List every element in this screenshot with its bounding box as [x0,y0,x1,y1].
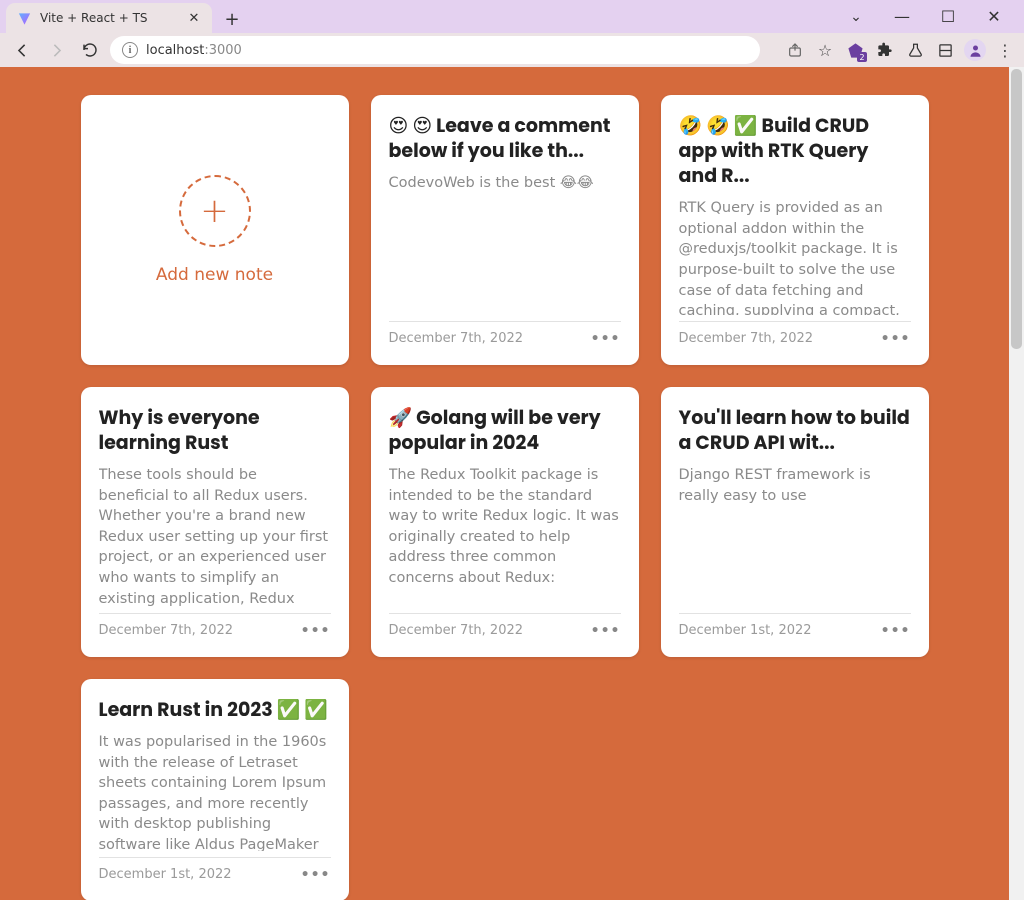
note-options-icon[interactable]: ••• [301,867,331,883]
new-tab-button[interactable]: + [218,5,246,33]
note-card[interactable]: Why is everyone learning Rust These tool… [81,387,349,657]
react-devtools-extension-icon[interactable]: 2 [844,39,866,61]
site-info-icon[interactable]: i [122,42,138,58]
profile-avatar-icon[interactable] [964,39,986,61]
device-toolbar-icon[interactable] [934,39,956,61]
share-icon[interactable] [784,39,806,61]
note-footer: December 7th, 2022 ••• [389,321,621,355]
note-body: These tools should be beneficial to all … [99,465,331,607]
note-date: December 7th, 2022 [389,331,524,346]
note-card[interactable]: Learn Rust in 2023 ✅ ✅ It was popularise… [81,679,349,900]
maximize-icon[interactable]: ☐ [934,7,962,26]
note-options-icon[interactable]: ••• [591,623,621,639]
note-card[interactable]: You'll learn how to build a CRUD API wit… [661,387,929,657]
note-options-icon[interactable]: ••• [591,331,621,347]
note-footer: December 7th, 2022 ••• [389,613,621,647]
note-title: Learn Rust in 2023 ✅ ✅ [99,697,331,722]
note-date: December 7th, 2022 [679,331,814,346]
note-body: CodevoWeb is the best 😂😂 [389,173,621,315]
close-window-icon[interactable]: ✕ [980,7,1008,26]
note-card[interactable]: 🤣 🤣 ✅ Build CRUD app with RTK Query and … [661,95,929,365]
note-title: 🚀 Golang will be very popular in 2024 [389,405,621,455]
note-card[interactable]: 🚀 Golang will be very popular in 2024 Th… [371,387,639,657]
vertical-scrollbar[interactable] [1009,67,1024,900]
back-button[interactable] [8,36,36,64]
note-date: December 7th, 2022 [389,623,524,638]
note-body: The Redux Toolkit package is intended to… [389,465,621,607]
bookmark-star-icon[interactable]: ☆ [814,39,836,61]
note-footer: December 7th, 2022 ••• [99,613,331,647]
minimize-icon[interactable]: — [888,7,916,26]
notes-grid: + Add new note 😍 😍 Leave a comment below… [81,95,929,900]
browser-viewport: + Add new note 😍 😍 Leave a comment below… [0,67,1024,900]
note-date: December 7th, 2022 [99,623,234,638]
note-options-icon[interactable]: ••• [881,331,911,347]
kebab-menu-icon[interactable]: ⋮ [994,39,1016,61]
add-note-label: Add new note [156,265,273,285]
note-card[interactable]: 😍 😍 Leave a comment below if you like th… [371,95,639,365]
toolbar-right-icons: ☆ 2 ⋮ [784,39,1016,61]
note-options-icon[interactable]: ••• [301,623,331,639]
note-title: 😍 😍 Leave a comment below if you like th… [389,113,621,163]
browser-tab[interactable]: Vite + React + TS ✕ [6,3,212,33]
vite-favicon-icon [16,10,32,26]
chevron-down-icon[interactable]: ⌄ [842,9,870,25]
close-tab-icon[interactable]: ✕ [186,10,202,26]
note-title: Why is everyone learning Rust [99,405,331,455]
extension-badge: 2 [857,52,867,62]
note-options-icon[interactable]: ••• [881,623,911,639]
add-note-button[interactable]: + Add new note [81,95,349,365]
note-title: You'll learn how to build a CRUD API wit… [679,405,911,455]
url-bar[interactable]: i localhost:3000 [110,36,760,64]
reload-button[interactable] [76,36,104,64]
plus-icon: + [179,175,251,247]
forward-button[interactable] [42,36,70,64]
browser-window: Vite + React + TS ✕ + ⌄ — ☐ ✕ i localhos… [0,0,1024,900]
note-footer: December 1st, 2022 ••• [679,613,911,647]
browser-titlebar: Vite + React + TS ✕ + ⌄ — ☐ ✕ [0,0,1024,33]
page-content: + Add new note 😍 😍 Leave a comment below… [0,67,1009,900]
extensions-puzzle-icon[interactable] [874,39,896,61]
note-body: It was popularised in the 1960s with the… [99,732,331,851]
url-text: localhost:3000 [146,43,242,58]
note-body: RTK Query is provided as an optional add… [679,198,911,315]
note-body: Django REST framework is really easy to … [679,465,911,607]
note-footer: December 7th, 2022 ••• [679,321,911,355]
note-date: December 1st, 2022 [679,623,812,638]
browser-toolbar: i localhost:3000 ☆ 2 ⋮ [0,33,1024,67]
browser-tab-title: Vite + React + TS [40,11,178,25]
note-date: December 1st, 2022 [99,867,232,882]
window-controls: ⌄ — ☐ ✕ [842,0,1020,33]
scrollbar-thumb[interactable] [1011,69,1022,349]
labs-flask-icon[interactable] [904,39,926,61]
note-title: 🤣 🤣 ✅ Build CRUD app with RTK Query and … [679,113,911,188]
note-footer: December 1st, 2022 ••• [99,857,331,891]
